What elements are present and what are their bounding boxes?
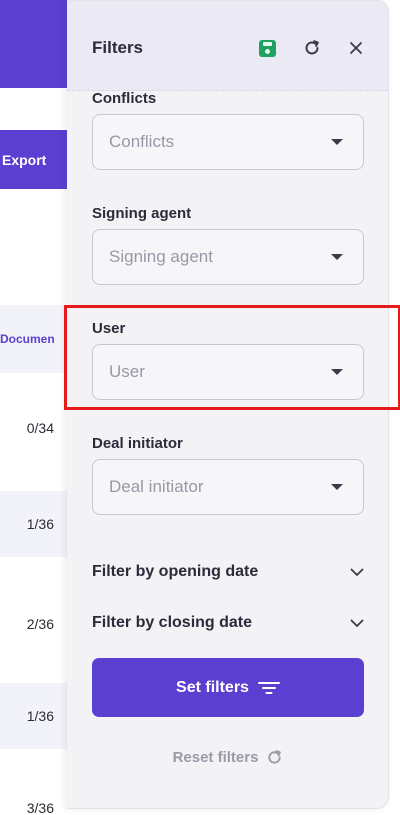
deal-initiator-select[interactable]: Deal initiator xyxy=(92,459,364,515)
deal-initiator-label: Deal initiator xyxy=(92,435,183,452)
deal-initiator-placeholder: Deal initiator xyxy=(109,477,204,496)
refresh-icon xyxy=(305,40,319,55)
export-button[interactable]: Export xyxy=(0,130,67,189)
filter-icon xyxy=(257,681,280,694)
closing-date-label: Filter by closing date xyxy=(92,614,253,631)
table-row-cell: 1/36 xyxy=(0,683,67,749)
user-label: User xyxy=(92,320,126,337)
conflicts-label: Conflicts xyxy=(92,90,157,107)
set-filters-button[interactable]: Set filters xyxy=(92,658,364,717)
set-filters-label: Set filters xyxy=(176,678,249,696)
reset-filters-button[interactable]: Reset filters xyxy=(92,745,364,769)
filters-panel: Filters Conflicts Conflicts Signing agen… xyxy=(67,0,389,809)
table-row-cell: 1/36 xyxy=(0,491,67,557)
table-row-cell: 3/36 xyxy=(26,800,54,815)
opening-date-label: Filter by opening date xyxy=(92,563,259,580)
reset-filters-label: Reset filters xyxy=(172,748,259,766)
chevron-down-icon xyxy=(331,254,343,260)
chevron-down-icon xyxy=(331,139,343,145)
filters-panel-header: Filters xyxy=(67,1,388,91)
documents-column-header[interactable]: Documen xyxy=(0,305,67,373)
chevron-down-icon xyxy=(350,568,364,576)
close-button[interactable] xyxy=(344,36,368,60)
opening-date-toggle[interactable]: Filter by opening date xyxy=(92,557,364,587)
table-row-cell: 2/36 xyxy=(26,616,54,632)
save-icon xyxy=(258,39,276,57)
save-filters-button[interactable] xyxy=(255,36,279,60)
user-placeholder: User xyxy=(109,362,145,381)
closing-date-toggle[interactable]: Filter by closing date xyxy=(92,608,364,638)
conflicts-placeholder: Conflicts xyxy=(109,132,175,151)
table-row-cell: 0/34 xyxy=(26,420,54,436)
chevron-down-icon xyxy=(331,484,343,490)
signing-agent-select[interactable]: Signing agent xyxy=(92,229,364,285)
signing-agent-placeholder: Signing agent xyxy=(109,247,213,266)
panel-title: Filters xyxy=(92,38,144,57)
signing-agent-label: Signing agent xyxy=(92,205,192,222)
user-select[interactable]: User xyxy=(92,344,364,400)
refresh-icon xyxy=(268,749,282,764)
close-icon xyxy=(350,42,362,54)
refresh-button[interactable] xyxy=(300,36,324,60)
chevron-down-icon xyxy=(350,619,364,627)
conflicts-select[interactable]: Conflicts xyxy=(92,114,364,170)
chevron-down-icon xyxy=(331,369,343,375)
